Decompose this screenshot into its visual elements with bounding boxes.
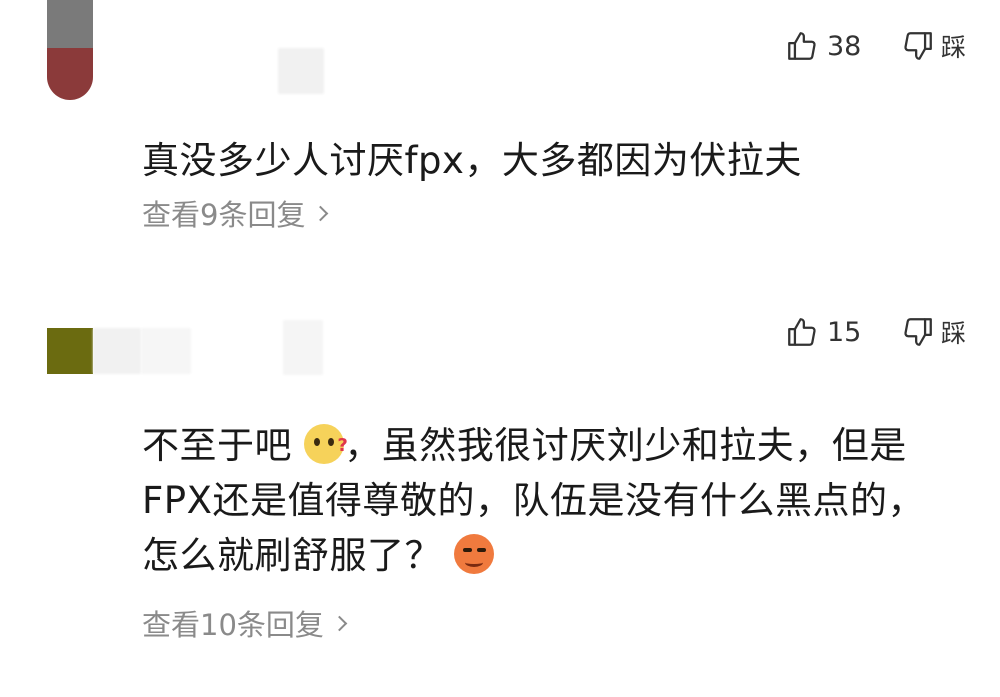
dislike-button[interactable]: 踩 <box>901 314 966 350</box>
view-replies-label: 查看10条回复 <box>142 608 324 642</box>
view-replies-label: 查看9条回复 <box>142 198 306 232</box>
dislike-label: 踩 <box>940 33 966 62</box>
thumbs-down-icon <box>904 32 932 60</box>
view-replies-link[interactable]: 查看10条回复 <box>142 602 348 644</box>
dislike-button[interactable]: 踩 <box>901 28 966 64</box>
avatar-image-bottom <box>47 48 93 100</box>
smirk-emoji-icon <box>454 534 495 574</box>
comment-item: 38 踩 真没多少人讨厌fpx，大多都因为伏拉夫 查看9条回复 <box>0 0 1000 250</box>
username-redacted <box>283 320 323 375</box>
avatar-image-top <box>47 0 93 48</box>
comment-text: 真没多少人讨厌fpx，大多都因为伏拉夫 <box>142 139 802 182</box>
comment-text: 不至于吧 ，虽然我很讨厌刘少和拉夫，但是FPX还是值得尊敬的，队伍是没有什么黑点… <box>142 418 962 583</box>
username-redacted <box>278 48 324 94</box>
comment-actions: 38 踩 <box>785 28 966 64</box>
like-button[interactable]: 38 <box>785 29 869 63</box>
like-count: 38 <box>826 30 862 62</box>
username-redacted <box>93 328 141 374</box>
avatar[interactable] <box>47 328 93 374</box>
comment-actions: 15 踩 <box>785 314 966 350</box>
chevron-right-icon <box>331 615 348 631</box>
thumbs-up-icon <box>788 318 816 346</box>
thumbs-down-icon <box>904 318 932 346</box>
like-button[interactable]: 15 <box>785 315 869 349</box>
comment-text-part: 不至于吧 <box>142 424 292 467</box>
chevron-right-icon <box>313 205 329 221</box>
avatar[interactable] <box>47 0 93 100</box>
thumbs-up-icon <box>788 32 816 60</box>
view-replies-link[interactable]: 查看9条回复 <box>142 192 329 234</box>
username-redacted <box>141 328 191 374</box>
like-count: 15 <box>826 316 862 348</box>
thinking-emoji-icon <box>304 418 348 473</box>
dislike-label: 踩 <box>940 319 966 348</box>
comment-item: 15 踩 不至于吧 ，虽然我很讨厌刘少和拉夫，但是FPX还是值得尊敬的，队伍是没… <box>0 290 1000 697</box>
